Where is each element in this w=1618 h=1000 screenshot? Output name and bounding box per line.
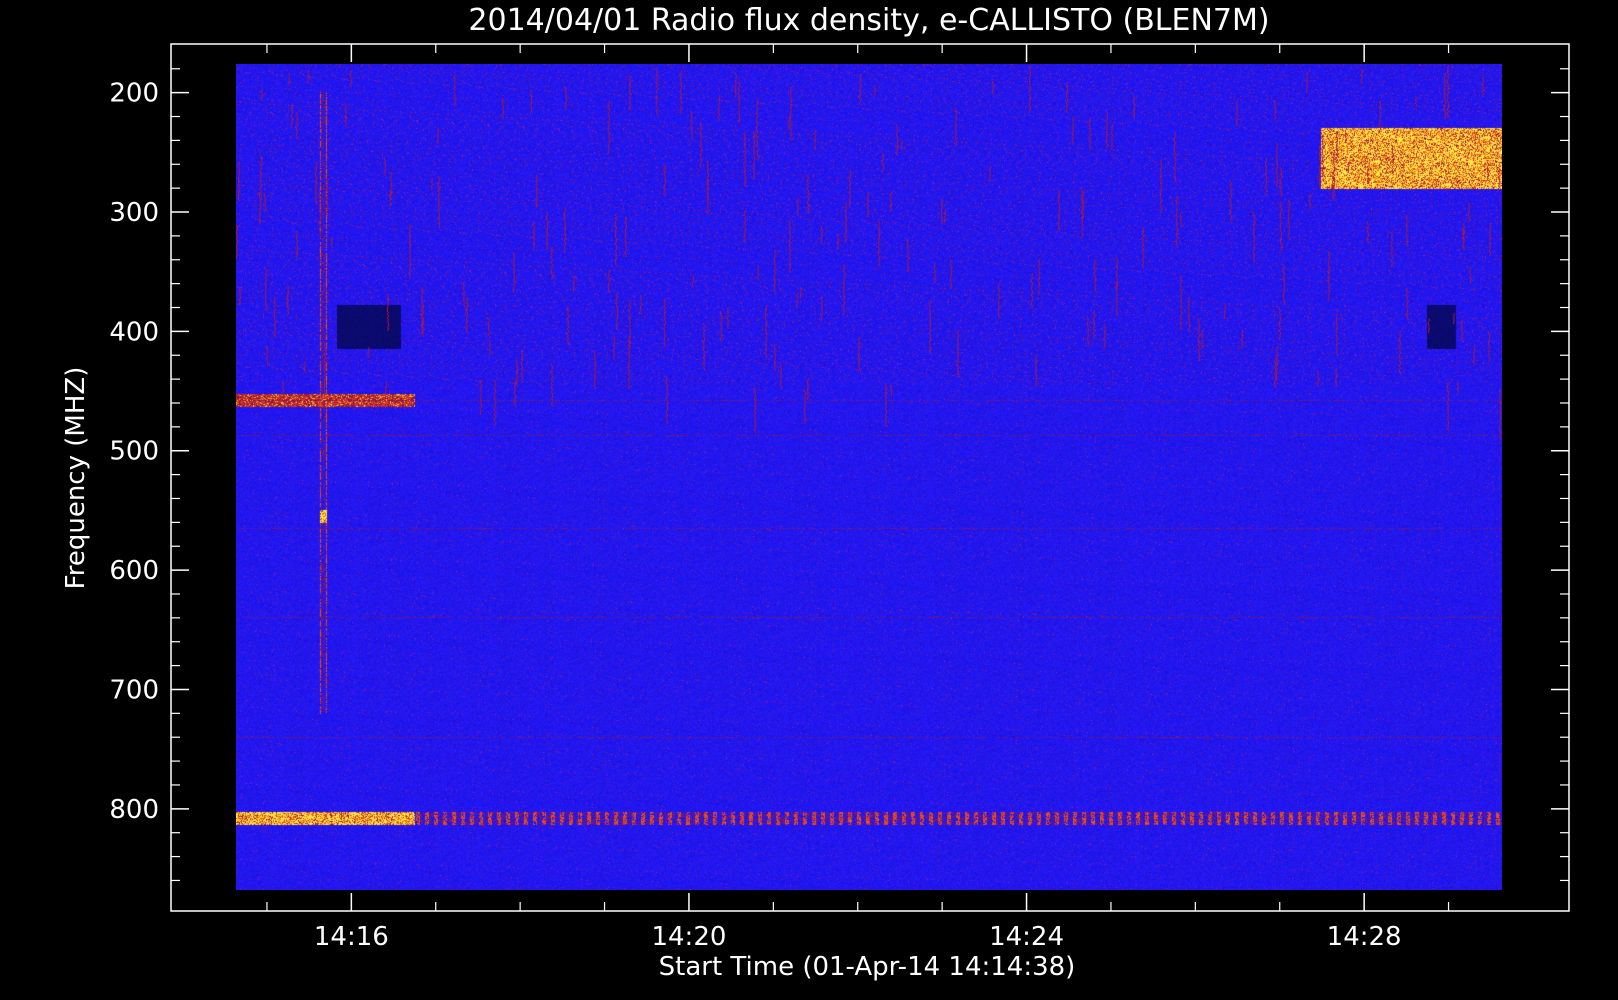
- x-axis-label: Start Time (01-Apr-14 14:14:38): [659, 952, 1076, 982]
- y-axis-label: Frequency (MHZ): [61, 367, 91, 590]
- y-tick-label: 500: [109, 437, 159, 467]
- x-tick-label: 14:20: [651, 922, 726, 952]
- spectrogram-heatmap: [236, 64, 1502, 890]
- x-tick-label: 14:28: [1327, 922, 1402, 952]
- y-tick-label: 700: [109, 675, 159, 705]
- x-tick-label: 14:24: [989, 922, 1064, 952]
- y-tick-label: 800: [109, 795, 159, 825]
- y-tick-label: 600: [109, 556, 159, 586]
- x-tick-label: 14:16: [314, 922, 389, 952]
- y-tick-label: 400: [109, 317, 159, 347]
- y-tick-label: 300: [109, 198, 159, 228]
- y-tick-label: 200: [109, 79, 159, 109]
- chart-title: 2014/04/01 Radio flux density, e-CALLIST…: [468, 3, 1269, 38]
- spectrogram-figure: 2014/04/01 Radio flux density, e-CALLIST…: [0, 0, 1618, 1000]
- spectrogram-image: [236, 64, 1502, 890]
